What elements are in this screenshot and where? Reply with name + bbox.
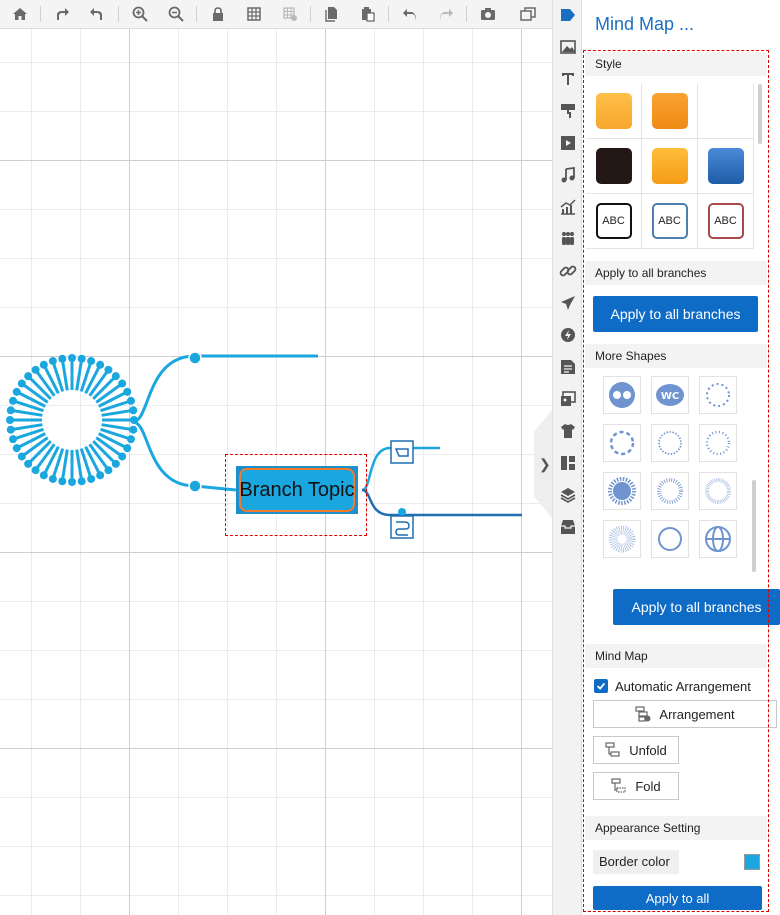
style-abc-label: ABC [595,203,632,239]
unfold-label: Unfold [629,742,667,758]
flash-icon[interactable] [559,326,577,344]
auto-arrangement-row[interactable]: Automatic Arrangement [594,678,751,694]
style-swatch[interactable] [698,139,754,194]
sun-topic-shape [6,354,138,486]
video-icon[interactable] [559,134,577,152]
chart-icon[interactable] [559,198,577,216]
style-swatch-abc[interactable]: ABC [698,194,754,249]
apply-all-branches-button-2[interactable]: Apply to all branches [613,589,780,625]
grid-icon[interactable] [244,4,264,24]
arrangement-label: Arrangement [659,706,735,722]
auto-arrangement-label: Automatic Arrangement [615,678,751,694]
shape-starburst[interactable] [603,472,641,510]
copy-icon[interactable] [322,4,342,24]
style-swatch[interactable] [642,139,698,194]
fold-icon [611,778,626,793]
style-swatch[interactable] [698,84,754,139]
redo-branch-icon[interactable] [52,4,72,24]
apply-all-branches-button[interactable]: Apply to all branches [593,296,758,332]
format-painter-icon[interactable] [559,102,577,120]
toolbar-divider [196,6,197,22]
home-icon[interactable] [10,4,30,24]
shape-sunburst[interactable] [603,520,641,558]
shape-eyes[interactable] [603,376,641,414]
mind-map-panel-icon[interactable] [559,6,577,24]
right-panel: Mind Map ... Style ABC ABC ABC Apply to … [582,0,780,915]
shape-plain-ring[interactable] [651,520,689,558]
zoom-out-icon[interactable] [166,4,186,24]
style-swatch-abc[interactable]: ABC [642,194,698,249]
gallery-icon[interactable] [559,390,577,408]
people-icon[interactable] [559,230,577,248]
undo-icon[interactable] [400,4,420,24]
text-icon[interactable] [559,70,577,88]
fold-label: Fold [635,778,661,794]
shape-globe[interactable] [699,520,737,558]
shape-wc[interactable]: WC [651,376,689,414]
notes-icon[interactable] [559,358,577,376]
toolbar-divider [310,6,311,22]
zoom-in-icon[interactable] [130,4,150,24]
undo-branch-icon[interactable] [87,4,107,24]
image-icon[interactable] [559,38,577,56]
style-scrollbar[interactable] [758,84,762,144]
style-abc-label: ABC [707,203,744,239]
camera-icon[interactable] [478,4,498,24]
tshirt-icon[interactable] [559,422,577,440]
border-color-picker[interactable] [744,854,760,870]
archive-icon[interactable] [559,518,577,536]
paste-icon[interactable] [358,4,378,24]
shape-ray-ring[interactable] [651,472,689,510]
auto-arrangement-checkbox[interactable] [594,679,608,693]
style-abc-label: ABC [651,203,688,239]
section-more-shapes: More Shapes [585,344,767,368]
style-swatch[interactable] [642,84,698,139]
toolbar-divider [40,6,41,22]
shape-fine-ring[interactable] [651,424,689,462]
apply-to-all-button[interactable]: Apply to all [593,886,762,910]
toolbar-divider [466,6,467,22]
unfold-icon [605,742,620,757]
section-apply-all-branches: Apply to all branches [585,261,767,285]
shape-spike-ring[interactable] [699,424,737,462]
window-icon[interactable] [518,4,538,24]
section-appearance: Appearance Setting [585,816,767,840]
arrangement-icon [635,706,651,722]
unfold-button[interactable]: Unfold [593,736,679,764]
redo-icon[interactable] [436,4,456,24]
layers-icon[interactable] [559,486,577,504]
fold-button[interactable]: Fold [593,772,679,800]
airplane-icon[interactable] [559,294,577,312]
style-swatch[interactable] [586,84,642,139]
selection-box [225,454,367,536]
style-swatch-abc[interactable]: ABC [586,194,642,249]
side-icon-bar [552,0,582,915]
mind-map-canvas[interactable]: Branch Topic ❯ [0,29,552,915]
lock-icon[interactable] [208,4,228,24]
shape-dashed-ring[interactable] [603,424,641,462]
section-style: Style [585,52,767,76]
section-mind-map: Mind Map [585,644,767,668]
toolbar-divider [118,6,119,22]
svg-text:WC: WC [661,391,679,402]
arrangement-button[interactable]: Arrangement [593,700,777,728]
border-color-label: Border color [593,850,679,874]
link-icon[interactable] [559,262,577,280]
toolbar-divider [388,6,389,22]
style-grid: ABC ABC ABC [586,84,754,250]
chevron-right-icon: ❯ [539,456,551,472]
grid-settings-icon[interactable] [280,4,300,24]
top-toolbar [0,0,552,29]
shapes-scrollbar[interactable] [752,480,756,572]
shape-soft-ring[interactable] [699,472,737,510]
style-swatch[interactable] [586,139,642,194]
shape-dotted-ring[interactable] [699,376,737,414]
music-icon[interactable] [559,166,577,184]
panel-title: Mind Map ... [595,14,695,34]
layout-icon[interactable] [559,454,577,472]
